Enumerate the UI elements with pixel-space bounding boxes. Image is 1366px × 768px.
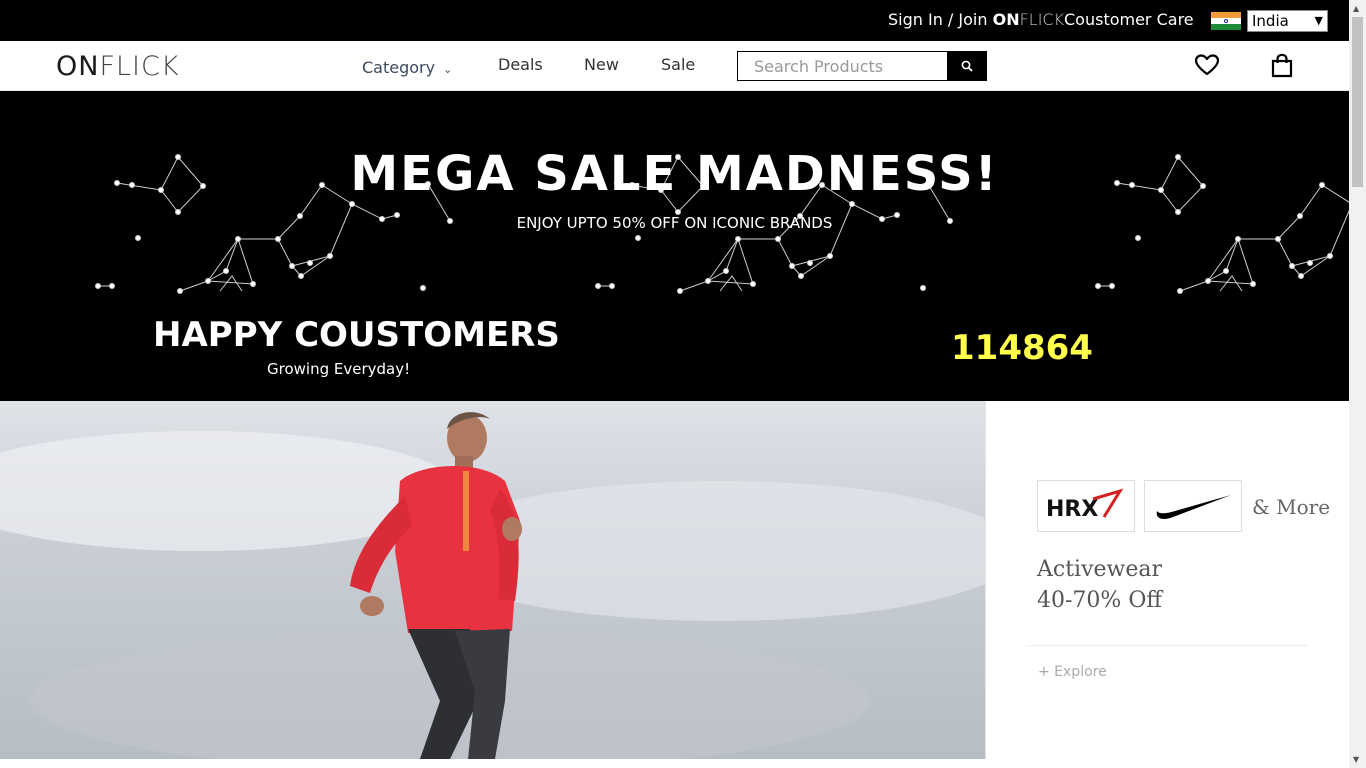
scrollbar-thumb[interactable] [1352, 17, 1363, 187]
main-nav: ONFLICK Category ⌄ Deals New Sale Search … [0, 41, 1349, 91]
hero-subheadline: ENJOY UPTO 50% OFF ON ICONIC BRANDS [516, 214, 833, 232]
promo-banner-image[interactable] [0, 401, 985, 759]
customer-care-link[interactable]: Coustomer Care [1064, 10, 1194, 29]
hrx-logo: HRX [1037, 480, 1135, 532]
customer-counter: 114864 [951, 328, 1093, 368]
sign-in-label: Sign In / Join [888, 10, 993, 29]
nav-new-link[interactable]: New [584, 55, 619, 74]
cart-button[interactable] [1270, 53, 1294, 83]
scroll-up-arrow-icon[interactable]: ▲ [1353, 4, 1359, 13]
search-button[interactable] [947, 51, 987, 81]
offer-title: Activewear [1037, 557, 1163, 582]
scroll-down-arrow-icon[interactable]: ▼ [1353, 755, 1359, 764]
country-select[interactable]: India ▼ [1247, 10, 1328, 32]
nike-logo [1144, 480, 1242, 532]
top-bar: Sign In / Join ONFLICK Coustomer Care In… [0, 0, 1349, 41]
nike-swoosh-icon [1156, 495, 1231, 519]
logo-flick: FLICK [99, 51, 180, 82]
happy-customers-title: HAPPY COUSTOMERS [153, 315, 560, 355]
page: Sign In / Join ONFLICK Coustomer Care In… [0, 0, 1349, 768]
more-brands-label: & More [1252, 495, 1331, 519]
nav-sale-link[interactable]: Sale [661, 55, 695, 74]
sign-in-brand-on: ON [992, 10, 1020, 29]
happy-customers-subtitle: Growing Everyday! [267, 360, 411, 378]
site-logo[interactable]: ONFLICK [56, 51, 180, 82]
wishlist-button[interactable] [1194, 53, 1220, 81]
shopping-bag-icon [1271, 53, 1293, 78]
hrx-logo-text: HRX [1046, 497, 1098, 522]
india-flag-icon [1211, 12, 1241, 30]
hero-headline: MEGA SALE MADNESS! [350, 146, 999, 202]
nav-category-dropdown[interactable]: Category ⌄ [362, 58, 452, 77]
chevron-down-icon: ▼ [1314, 14, 1323, 27]
search-input[interactable]: Search Products [737, 51, 948, 81]
promo-side-panel: HRX & More Activewear 40-70% Off + Explo… [985, 401, 1349, 759]
page-scrollbar[interactable]: ▲ ▼ [1349, 0, 1366, 768]
sign-in-link[interactable]: Sign In / Join ONFLICK [888, 10, 1064, 29]
chevron-down-icon: ⌄ [443, 63, 453, 76]
runner-photo [0, 412, 985, 759]
heart-icon [1194, 54, 1220, 76]
hrx-logo-graphic: HRX [1046, 488, 1124, 522]
divider [1026, 645, 1308, 646]
sign-in-brand-flick: FLICK [1019, 10, 1065, 29]
search-icon [961, 60, 973, 72]
nav-deals-link[interactable]: Deals [498, 55, 543, 74]
offer-discount: 40-70% Off [1037, 588, 1162, 613]
nav-category-label: Category [362, 58, 436, 77]
country-select-value: India [1252, 12, 1289, 30]
logo-on: ON [56, 51, 100, 82]
explore-link[interactable]: + Explore [1038, 664, 1107, 680]
hero-banner: MEGA SALE MADNESS! ENJOY UPTO 50% OFF ON… [0, 91, 1349, 401]
